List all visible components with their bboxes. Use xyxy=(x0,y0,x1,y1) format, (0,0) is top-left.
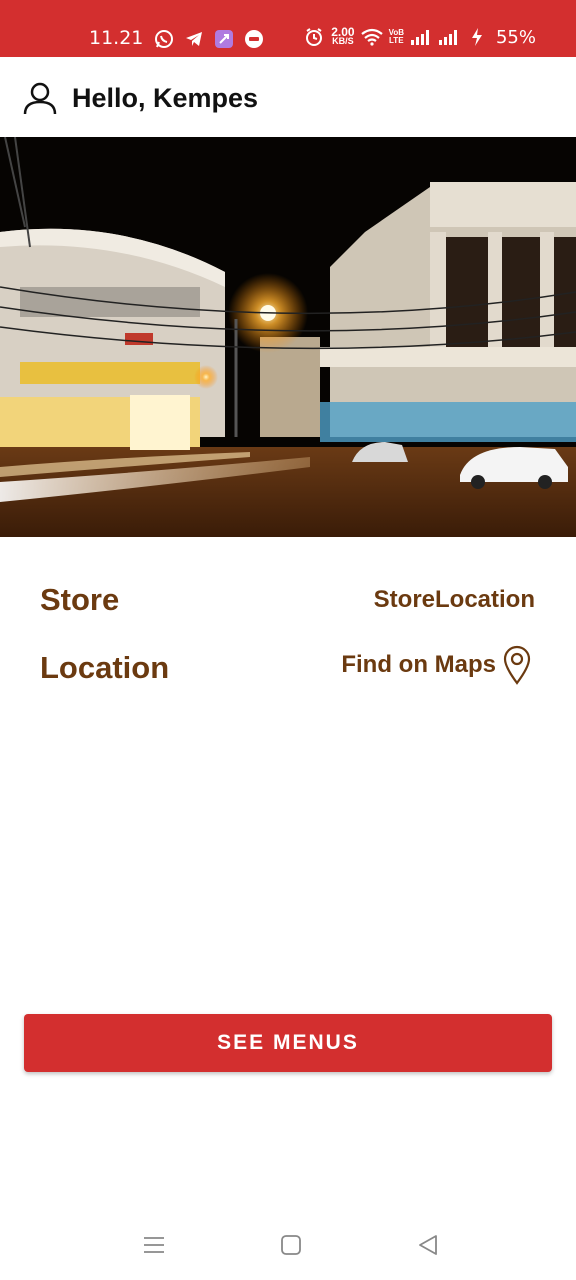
find-on-maps-text[interactable]: Find on Maps xyxy=(341,651,496,679)
message-app-icon xyxy=(243,28,265,50)
signal-icon xyxy=(438,26,460,48)
map-pin-icon[interactable] xyxy=(502,645,532,685)
shortcut-app-icon xyxy=(213,28,235,50)
notification-icons xyxy=(153,28,265,50)
system-nav-bar xyxy=(0,1210,576,1280)
store-value: StoreLocation xyxy=(373,586,535,613)
greeting-text: Hello, Kempes xyxy=(72,83,259,113)
volte-indicator: VoB LTE xyxy=(388,28,404,45)
whatsapp-icon xyxy=(153,28,175,50)
charging-icon xyxy=(466,26,488,48)
network-speed: 2.00 KB/S xyxy=(331,25,355,46)
telegram-icon xyxy=(183,28,205,50)
status-time: 11.21 xyxy=(89,27,144,49)
app-header: Hello, Kempes xyxy=(0,57,576,137)
back-icon[interactable] xyxy=(415,1232,441,1258)
signal-icon xyxy=(410,26,432,48)
battery-level: 55% xyxy=(495,26,536,48)
see-menus-button[interactable]: SEE MENUS xyxy=(24,1014,552,1072)
status-bar: 11.21 2.00 KB/S VoB LTE 55% xyxy=(0,0,576,57)
menu-icon[interactable] xyxy=(141,1232,167,1258)
wifi-icon xyxy=(360,26,383,48)
store-banner-image xyxy=(0,137,576,537)
location-label: Location xyxy=(40,650,170,685)
store-label: Store xyxy=(40,582,120,617)
system-icons: 2.00 KB/S VoB LTE 55% xyxy=(303,26,536,48)
user-icon[interactable] xyxy=(22,81,58,117)
home-icon[interactable] xyxy=(278,1232,304,1258)
alarm-icon xyxy=(303,26,325,48)
find-on-maps-link[interactable]: Find on Maps xyxy=(341,645,532,685)
